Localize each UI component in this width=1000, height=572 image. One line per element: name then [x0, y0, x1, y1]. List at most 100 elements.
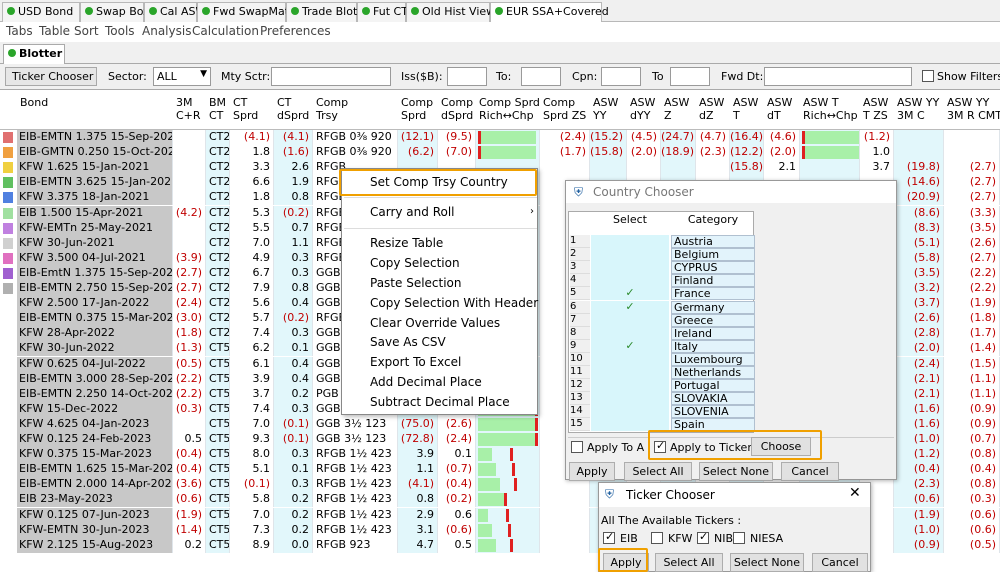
cell-yy[interactable]: (15.2) [590, 130, 627, 145]
cell-zs[interactable]: (2.4) [540, 130, 590, 145]
cell-bond[interactable]: EIB-GMTN 0.250 15-Oct-2020 [17, 145, 173, 161]
cell-bm[interactable]: CT2 [206, 190, 230, 206]
cell-cts[interactable]: 5.1 [230, 462, 274, 478]
cell-ctd[interactable]: 0.2 [274, 522, 313, 538]
cell-cs[interactable]: 4.7 [398, 537, 438, 553]
cell-m3r[interactable]: (1.8) [944, 311, 1000, 327]
cell-cs[interactable]: (12.1) [398, 130, 438, 145]
header-cs[interactable]: Comp Sprd [401, 96, 433, 122]
cell-c1[interactable]: (2.2) [173, 371, 206, 387]
cell-ctd[interactable]: (0.1) [274, 432, 313, 447]
cell-ctd[interactable]: 0.3 [274, 250, 313, 266]
header-t[interactable]: ASW T [733, 96, 758, 122]
cell-ctd[interactable]: 0.2 [274, 492, 313, 508]
cell-bond[interactable]: KFW 30-Jun-2022 [17, 341, 173, 357]
cell-bond[interactable]: EIB-EMTN 3.625 15-Jan-2021 [17, 175, 173, 191]
cell-trsy[interactable]: RFGB 1½ 423 [313, 492, 398, 508]
cell-m3r[interactable]: (2.7) [944, 250, 1000, 266]
cell-trsy[interactable]: GGB 3½ 123 [313, 416, 398, 432]
cell-zs[interactable] [540, 492, 590, 508]
cell-ctd[interactable]: 0.2 [274, 507, 313, 523]
country-category-cell[interactable]: CYPRUS [671, 261, 755, 275]
cell-dt[interactable]: (4.6) [764, 130, 800, 145]
cell-m3r[interactable]: (0.3) [944, 492, 1000, 508]
cpn-to-input[interactable] [670, 67, 710, 86]
cell-m3r[interactable]: (0.6) [944, 522, 1000, 538]
cell-m3r[interactable]: (3.5) [944, 220, 1000, 236]
header-dt[interactable]: ASW dT [767, 96, 792, 122]
menu-sort[interactable]: Sort [74, 24, 99, 38]
cell-zs[interactable] [540, 537, 590, 553]
cell-ctd[interactable]: (0.2) [274, 311, 313, 327]
header-yy[interactable]: ASW YY [593, 96, 618, 122]
cell-cs[interactable]: (6.2) [398, 145, 438, 161]
cell-m3r[interactable]: (0.8) [944, 477, 1000, 493]
cell-trsy[interactable]: RFGB 1½ 423 [313, 507, 398, 523]
country-apply-button[interactable]: Apply [569, 462, 615, 481]
ticker-checkbox-niesa[interactable] [733, 532, 745, 544]
cell-cd[interactable]: (9.5) [438, 130, 476, 145]
header-tzs[interactable]: ASW T ZS [863, 96, 888, 122]
cell-bm[interactable]: CT2 [206, 145, 230, 161]
cell-c1[interactable] [173, 175, 206, 191]
cell-yy[interactable]: (15.8) [590, 145, 627, 161]
cell-cts[interactable]: 7.3 [230, 522, 274, 538]
cell-c1[interactable]: (4.2) [173, 205, 206, 221]
country-category-cell[interactable]: Netherlands [671, 366, 755, 379]
cell-bar[interactable] [476, 507, 540, 523]
cell-m3c[interactable]: (14.6) [894, 175, 944, 191]
cell-bar[interactable] [476, 130, 540, 145]
cell-ctd[interactable]: 0.3 [274, 447, 313, 463]
cell-m3c[interactable]: (8.3) [894, 220, 944, 236]
cell-bm[interactable]: CT2 [206, 265, 230, 281]
menu-item-resize-table[interactable]: Resize Table [370, 236, 443, 250]
country-select-cell[interactable] [591, 392, 669, 406]
cell-t[interactable]: (16.4) [730, 130, 764, 145]
cell-cs[interactable]: 0.8 [398, 492, 438, 508]
cell-yy[interactable] [590, 160, 627, 176]
header-c1[interactable]: 3M C+R [176, 96, 201, 122]
cell-ctd[interactable]: 2.6 [274, 160, 313, 176]
menu-item-copy-selection[interactable]: Copy Selection [370, 256, 460, 270]
cell-bond[interactable]: KFW 4.625 04-Jan-2023 [17, 416, 173, 432]
cell-m3r[interactable]: (2.2) [944, 265, 1000, 281]
cell-tbar[interactable] [800, 145, 860, 161]
cell-bar[interactable] [476, 537, 540, 553]
show-filters-checkbox[interactable] [922, 70, 934, 82]
cell-m3r[interactable]: (0.5) [944, 537, 1000, 553]
cell-ctd[interactable]: 0.0 [274, 537, 313, 553]
cell-ctd[interactable]: 0.1 [274, 462, 313, 478]
header-tbar[interactable]: ASW T Rich↔Chp [803, 96, 858, 122]
cell-bond[interactable]: KFW-EMTN 30-Jun-2023 [17, 522, 173, 538]
cell-c1[interactable] [173, 220, 206, 236]
cell-c1[interactable] [173, 145, 206, 161]
cell-ctd[interactable]: 0.1 [274, 341, 313, 357]
cell-m3r[interactable]: (1.5) [944, 356, 1000, 372]
cell-c1[interactable]: (1.8) [173, 326, 206, 342]
ticker-checkbox-eib[interactable] [603, 530, 615, 544]
cell-bond[interactable]: KFW 28-Apr-2022 [17, 326, 173, 342]
cell-c1[interactable]: (0.4) [173, 462, 206, 478]
tab-blotter[interactable]: Blotter [3, 44, 65, 64]
cell-bond[interactable]: EIB 1.500 15-Apr-2021 [17, 205, 173, 221]
cell-m3c[interactable]: (3.7) [894, 296, 944, 312]
cell-ctd[interactable]: 0.8 [274, 190, 313, 206]
cell-m3c[interactable]: (2.0) [894, 341, 944, 357]
cell-ctd[interactable]: 0.3 [274, 477, 313, 493]
cell-bond[interactable]: EIB-EmtN 1.375 15-Sep-2021 [17, 265, 173, 281]
cell-ctd[interactable]: (0.2) [274, 205, 313, 221]
apply-to-all-checkbox[interactable] [571, 441, 583, 453]
tab-trade-blotter[interactable]: Trade Blotter [286, 2, 373, 22]
cell-ctd[interactable]: 0.3 [274, 326, 313, 342]
cell-m3r[interactable]: (2.7) [944, 175, 1000, 191]
cell-ctd[interactable]: (1.6) [274, 145, 313, 161]
cell-m3r[interactable]: (3.3) [944, 205, 1000, 221]
cell-cts[interactable]: 7.4 [230, 401, 274, 417]
cell-ctd[interactable]: 0.3 [274, 265, 313, 281]
country-select-all-button[interactable]: Select All [624, 462, 692, 481]
cell-bm[interactable]: CT5 [206, 386, 230, 402]
cell-cts[interactable]: 7.9 [230, 281, 274, 296]
cell-m3r[interactable]: (2.6) [944, 235, 1000, 251]
cell-ctd[interactable]: 0.4 [274, 356, 313, 372]
cell-m3c[interactable]: (19.8) [894, 160, 944, 176]
